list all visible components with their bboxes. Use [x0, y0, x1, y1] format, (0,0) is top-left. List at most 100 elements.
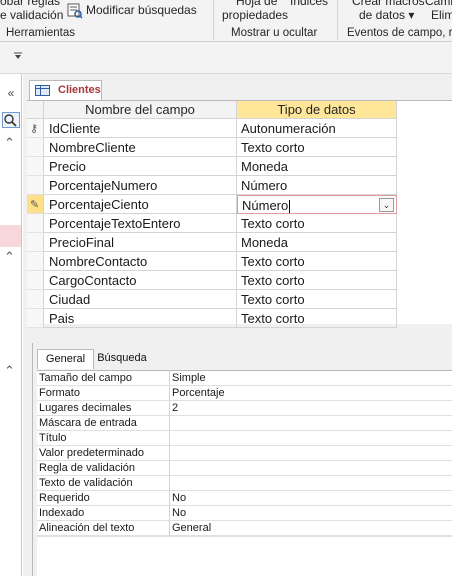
data-type-cell[interactable]: Texto corto: [237, 290, 397, 309]
select-all-corner[interactable]: [27, 101, 44, 119]
group-label-tools: Herramientas: [6, 27, 76, 39]
properties-help-area: [37, 536, 452, 576]
property-row[interactable]: Valor predeterminado: [37, 446, 452, 461]
property-row[interactable]: Formato Porcentaje: [37, 386, 452, 401]
property-value[interactable]: General: [172, 521, 211, 536]
tab-general[interactable]: General: [37, 349, 94, 369]
property-sheet-button[interactable]: Hoja de: [236, 0, 277, 8]
data-type-cell[interactable]: Texto corto: [237, 214, 397, 233]
table-row[interactable]: Ciudad Texto corto: [27, 290, 397, 309]
field-name-cell[interactable]: CargoContacto: [44, 271, 237, 290]
row-selector[interactable]: [27, 176, 44, 195]
field-name-cell[interactable]: NombreCliente: [44, 138, 237, 157]
table-row[interactable]: Precio Moneda: [27, 157, 397, 176]
property-label: Título: [39, 431, 170, 446]
search-icon[interactable]: [2, 112, 20, 128]
data-type-value: Texto corto: [241, 140, 305, 155]
property-label: Indexado: [39, 506, 170, 521]
property-value[interactable]: Porcentaje: [172, 386, 225, 401]
create-data-macros-label[interactable]: de datos ▾: [359, 8, 414, 22]
table-row[interactable]: NombreCliente Texto corto: [27, 138, 397, 157]
double-chevron-up-icon[interactable]: ⌃: [4, 364, 15, 378]
rename-macro-button[interactable]: Camb: [425, 0, 452, 8]
row-selector[interactable]: [27, 157, 44, 176]
test-validation-rules-button[interactable]: obar reglas: [0, 0, 60, 8]
property-row[interactable]: Texto de validación: [37, 476, 452, 491]
column-header-field-name[interactable]: Nombre del campo: [44, 101, 237, 119]
column-header-data-type[interactable]: Tipo de datos: [237, 101, 397, 119]
create-data-macros-button[interactable]: Crear macros: [352, 0, 425, 8]
property-row[interactable]: Tamaño del campo Simple: [37, 371, 452, 386]
property-value[interactable]: 2: [172, 401, 178, 416]
table-row[interactable]: PorcentajeNumero Número: [27, 176, 397, 195]
tab-lookup[interactable]: Búsqueda: [95, 349, 149, 369]
table-icon: [35, 85, 50, 96]
property-row[interactable]: Lugares decimales 2: [37, 401, 452, 416]
double-chevron-up-icon[interactable]: ⌃: [4, 250, 15, 264]
data-type-cell[interactable]: Texto corto: [237, 138, 397, 157]
test-validation-rules-label[interactable]: e validación: [0, 8, 63, 22]
property-row[interactable]: Indexado No: [37, 506, 452, 521]
group-label-show-hide: Mostrar u ocultar: [231, 27, 318, 39]
table-row[interactable]: ✎ PorcentajeCiento Número ⌄: [27, 195, 397, 214]
data-type-cell[interactable]: Número: [237, 176, 397, 195]
table-row[interactable]: Pais Texto corto: [27, 309, 397, 328]
field-name-cell[interactable]: PorcentajeCiento: [44, 195, 237, 214]
data-type-cell[interactable]: Texto corto: [237, 252, 397, 271]
property-label: Regla de validación: [39, 461, 170, 476]
property-value[interactable]: No: [172, 506, 186, 521]
field-name-cell[interactable]: IdCliente: [44, 119, 237, 138]
property-row[interactable]: Máscara de entrada: [37, 416, 452, 431]
row-selector[interactable]: [27, 233, 44, 252]
data-type-cell[interactable]: Texto corto: [237, 309, 397, 328]
modify-lookups-icon: [67, 3, 83, 19]
property-row[interactable]: Requerido No: [37, 491, 452, 506]
data-type-value: Texto corto: [241, 254, 305, 269]
row-selector[interactable]: ✎: [27, 195, 44, 214]
data-type-value: Texto corto: [241, 311, 305, 326]
row-selector[interactable]: [27, 290, 44, 309]
field-name-cell[interactable]: Pais: [44, 309, 237, 328]
data-type-cell[interactable]: Moneda: [237, 157, 397, 176]
text-cursor: [289, 200, 291, 213]
row-selector[interactable]: [27, 309, 44, 328]
field-name-cell[interactable]: Precio: [44, 157, 237, 176]
delete-macro-button[interactable]: Elimi: [431, 8, 452, 22]
field-name-cell[interactable]: PorcentajeTextoEntero: [44, 214, 237, 233]
property-label: Alineación del texto: [39, 521, 170, 536]
double-chevron-left-icon[interactable]: «: [3, 86, 19, 100]
tab-clientes[interactable]: Clientes: [29, 80, 102, 100]
indexes-button[interactable]: Índices: [290, 0, 328, 8]
chevron-down-icon[interactable]: ⌄: [379, 198, 394, 212]
row-selector[interactable]: [27, 138, 44, 157]
property-row[interactable]: Título: [37, 431, 452, 446]
data-type-cell[interactable]: Número ⌄: [237, 195, 397, 214]
property-value[interactable]: Simple: [172, 371, 206, 386]
row-selector[interactable]: ⚷: [27, 119, 44, 138]
table-row[interactable]: PrecioFinal Moneda: [27, 233, 397, 252]
data-type-value: Moneda: [241, 159, 288, 174]
table-row[interactable]: ⚷ IdCliente Autonumeración: [27, 119, 397, 138]
data-type-cell[interactable]: Texto corto: [237, 271, 397, 290]
row-selector[interactable]: [27, 271, 44, 290]
modify-lookups-button[interactable]: Modificar búsquedas: [86, 3, 197, 17]
data-type-cell[interactable]: Moneda: [237, 233, 397, 252]
table-row[interactable]: PorcentajeTextoEntero Texto corto: [27, 214, 397, 233]
property-row[interactable]: Alineación del texto General: [37, 521, 452, 536]
property-value[interactable]: No: [172, 491, 186, 506]
row-selector[interactable]: [27, 252, 44, 271]
property-label: Formato: [39, 386, 170, 401]
table-row[interactable]: CargoContacto Texto corto: [27, 271, 397, 290]
table-row[interactable]: NombreContacto Texto corto: [27, 252, 397, 271]
property-sheet-label[interactable]: propiedades: [222, 8, 288, 22]
double-chevron-up-icon[interactable]: ⌃: [4, 136, 15, 150]
row-selector[interactable]: [27, 214, 44, 233]
customize-qat-icon[interactable]: [13, 52, 23, 63]
field-name-cell[interactable]: Ciudad: [44, 290, 237, 309]
property-row[interactable]: Regla de validación: [37, 461, 452, 476]
nav-selected-object[interactable]: [0, 225, 21, 247]
field-name-cell[interactable]: PorcentajeNumero: [44, 176, 237, 195]
data-type-cell[interactable]: Autonumeración: [237, 119, 397, 138]
field-name-cell[interactable]: NombreContacto: [44, 252, 237, 271]
field-name-cell[interactable]: PrecioFinal: [44, 233, 237, 252]
